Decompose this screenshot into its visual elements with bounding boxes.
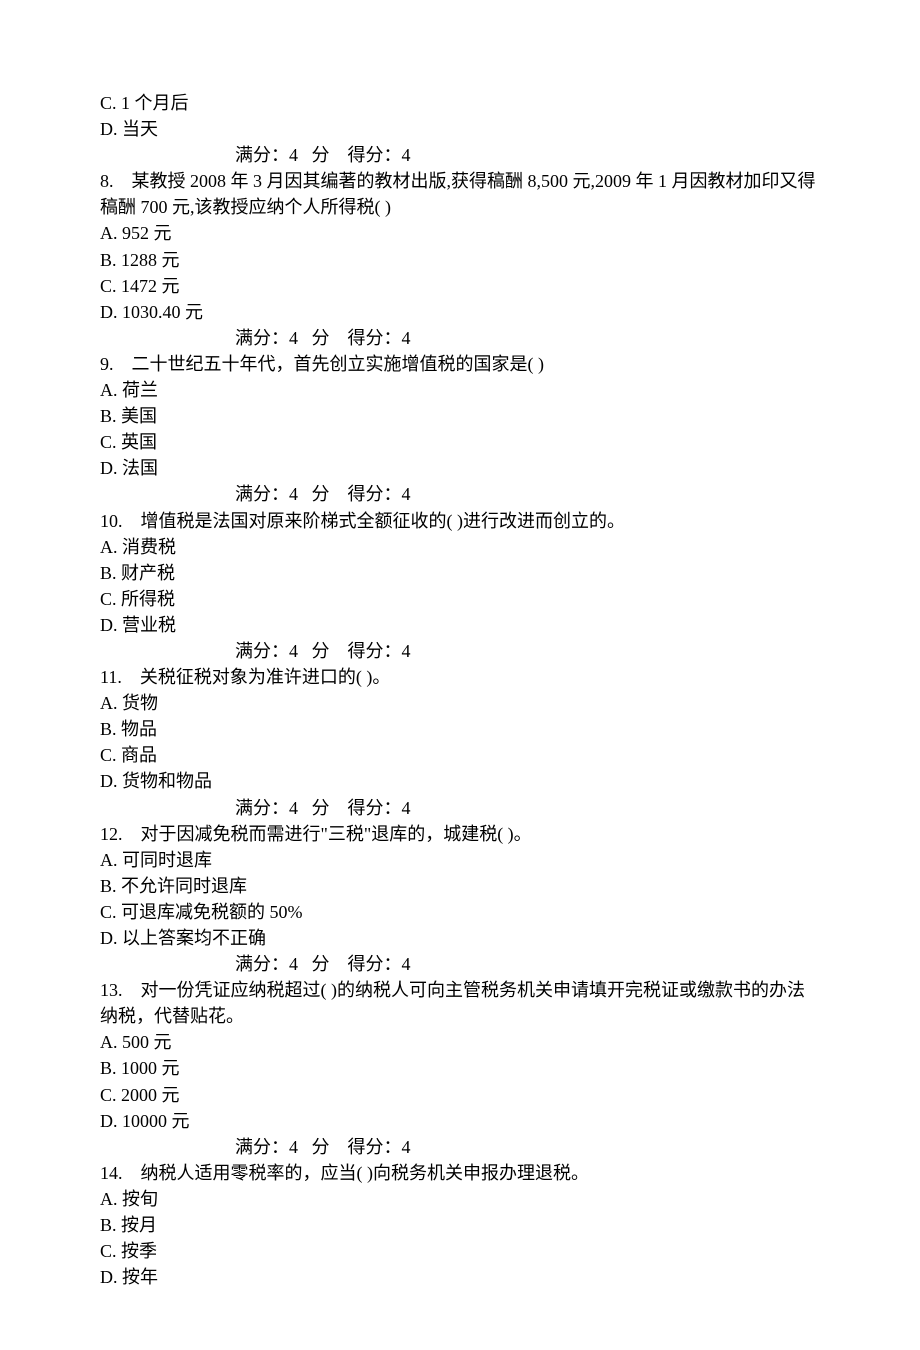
question-9-option-d: D. 法国 <box>100 455 820 481</box>
question-12-stem: 12. 对于因减免税而需进行"三税"退库的，城建税( )。 <box>100 821 820 847</box>
orphan-option-d: D. 当天 <box>100 116 820 142</box>
question-11-option-c: C. 商品 <box>100 742 820 768</box>
question-10-option-c: C. 所得税 <box>100 586 820 612</box>
question-10-option-a: A. 消费税 <box>100 534 820 560</box>
question-14-option-a: A. 按旬 <box>100 1186 820 1212</box>
question-14-text: 纳税人适用零税率的，应当( )向税务机关申报办理退税。 <box>141 1163 590 1183</box>
question-8-number: 8. <box>100 168 114 194</box>
question-10-option-b: B. 财产税 <box>100 560 820 586</box>
question-14-option-c: C. 按季 <box>100 1238 820 1264</box>
score-line: 满分：4 分 得分：4 <box>100 951 820 977</box>
question-12-number: 12. <box>100 821 123 847</box>
orphan-option-c: C. 1 个月后 <box>100 90 820 116</box>
question-9-number: 9. <box>100 351 114 377</box>
question-8-text: 某教授 2008 年 3 月因其编著的教材出版,获得稿酬 8,500 元,200… <box>100 171 816 217</box>
score-line: 满分：4 分 得分：4 <box>100 142 820 168</box>
question-10-option-d: D. 营业税 <box>100 612 820 638</box>
question-9-stem: 9. 二十世纪五十年代，首先创立实施增值税的国家是( ) <box>100 351 820 377</box>
question-13-option-b: B. 1000 元 <box>100 1055 820 1081</box>
question-10-stem: 10. 增值税是法国对原来阶梯式全额征收的( )进行改进而创立的。 <box>100 508 820 534</box>
question-14-number: 14. <box>100 1160 123 1186</box>
question-13-option-c: C. 2000 元 <box>100 1082 820 1108</box>
score-line: 满分：4 分 得分：4 <box>100 325 820 351</box>
question-8-stem: 8. 某教授 2008 年 3 月因其编著的教材出版,获得稿酬 8,500 元,… <box>100 168 820 220</box>
question-11-option-a: A. 货物 <box>100 690 820 716</box>
question-10-number: 10. <box>100 508 123 534</box>
question-8-option-c: C. 1472 元 <box>100 273 820 299</box>
question-9-option-c: C. 英国 <box>100 429 820 455</box>
question-12-option-a: A. 可同时退库 <box>100 847 820 873</box>
score-line: 满分：4 分 得分：4 <box>100 1134 820 1160</box>
question-11-option-d: D. 货物和物品 <box>100 768 820 794</box>
question-12-text: 对于因减免税而需进行"三税"退库的，城建税( )。 <box>141 824 532 844</box>
question-13-number: 13. <box>100 977 123 1003</box>
score-line: 满分：4 分 得分：4 <box>100 795 820 821</box>
question-13-option-d: D. 10000 元 <box>100 1108 820 1134</box>
question-9-option-a: A. 荷兰 <box>100 377 820 403</box>
question-8-option-b: B. 1288 元 <box>100 247 820 273</box>
question-8-option-a: A. 952 元 <box>100 220 820 246</box>
question-9-text: 二十世纪五十年代，首先创立实施增值税的国家是( ) <box>132 354 545 374</box>
question-14-option-b: B. 按月 <box>100 1212 820 1238</box>
question-13-stem: 13. 对一份凭证应纳税超过( )的纳税人可向主管税务机关申请填开完税证或缴款书… <box>100 977 820 1029</box>
question-13-text: 对一份凭证应纳税超过( )的纳税人可向主管税务机关申请填开完税证或缴款书的办法纳… <box>100 980 805 1026</box>
question-11-number: 11. <box>100 664 122 690</box>
question-11-option-b: B. 物品 <box>100 716 820 742</box>
question-13-option-a: A. 500 元 <box>100 1029 820 1055</box>
score-line: 满分：4 分 得分：4 <box>100 638 820 664</box>
question-11-text: 关税征税对象为准许进口的( )。 <box>140 667 391 687</box>
question-12-option-d: D. 以上答案均不正确 <box>100 925 820 951</box>
question-8-option-d: D. 1030.40 元 <box>100 299 820 325</box>
question-11-stem: 11. 关税征税对象为准许进口的( )。 <box>100 664 820 690</box>
question-14-option-d: D. 按年 <box>100 1264 820 1290</box>
question-12-option-b: B. 不允许同时退库 <box>100 873 820 899</box>
question-9-option-b: B. 美国 <box>100 403 820 429</box>
score-line: 满分：4 分 得分：4 <box>100 481 820 507</box>
question-12-option-c: C. 可退库减免税额的 50% <box>100 899 820 925</box>
question-14-stem: 14. 纳税人适用零税率的，应当( )向税务机关申报办理退税。 <box>100 1160 820 1186</box>
question-10-text: 增值税是法国对原来阶梯式全额征收的( )进行改进而创立的。 <box>141 511 626 531</box>
